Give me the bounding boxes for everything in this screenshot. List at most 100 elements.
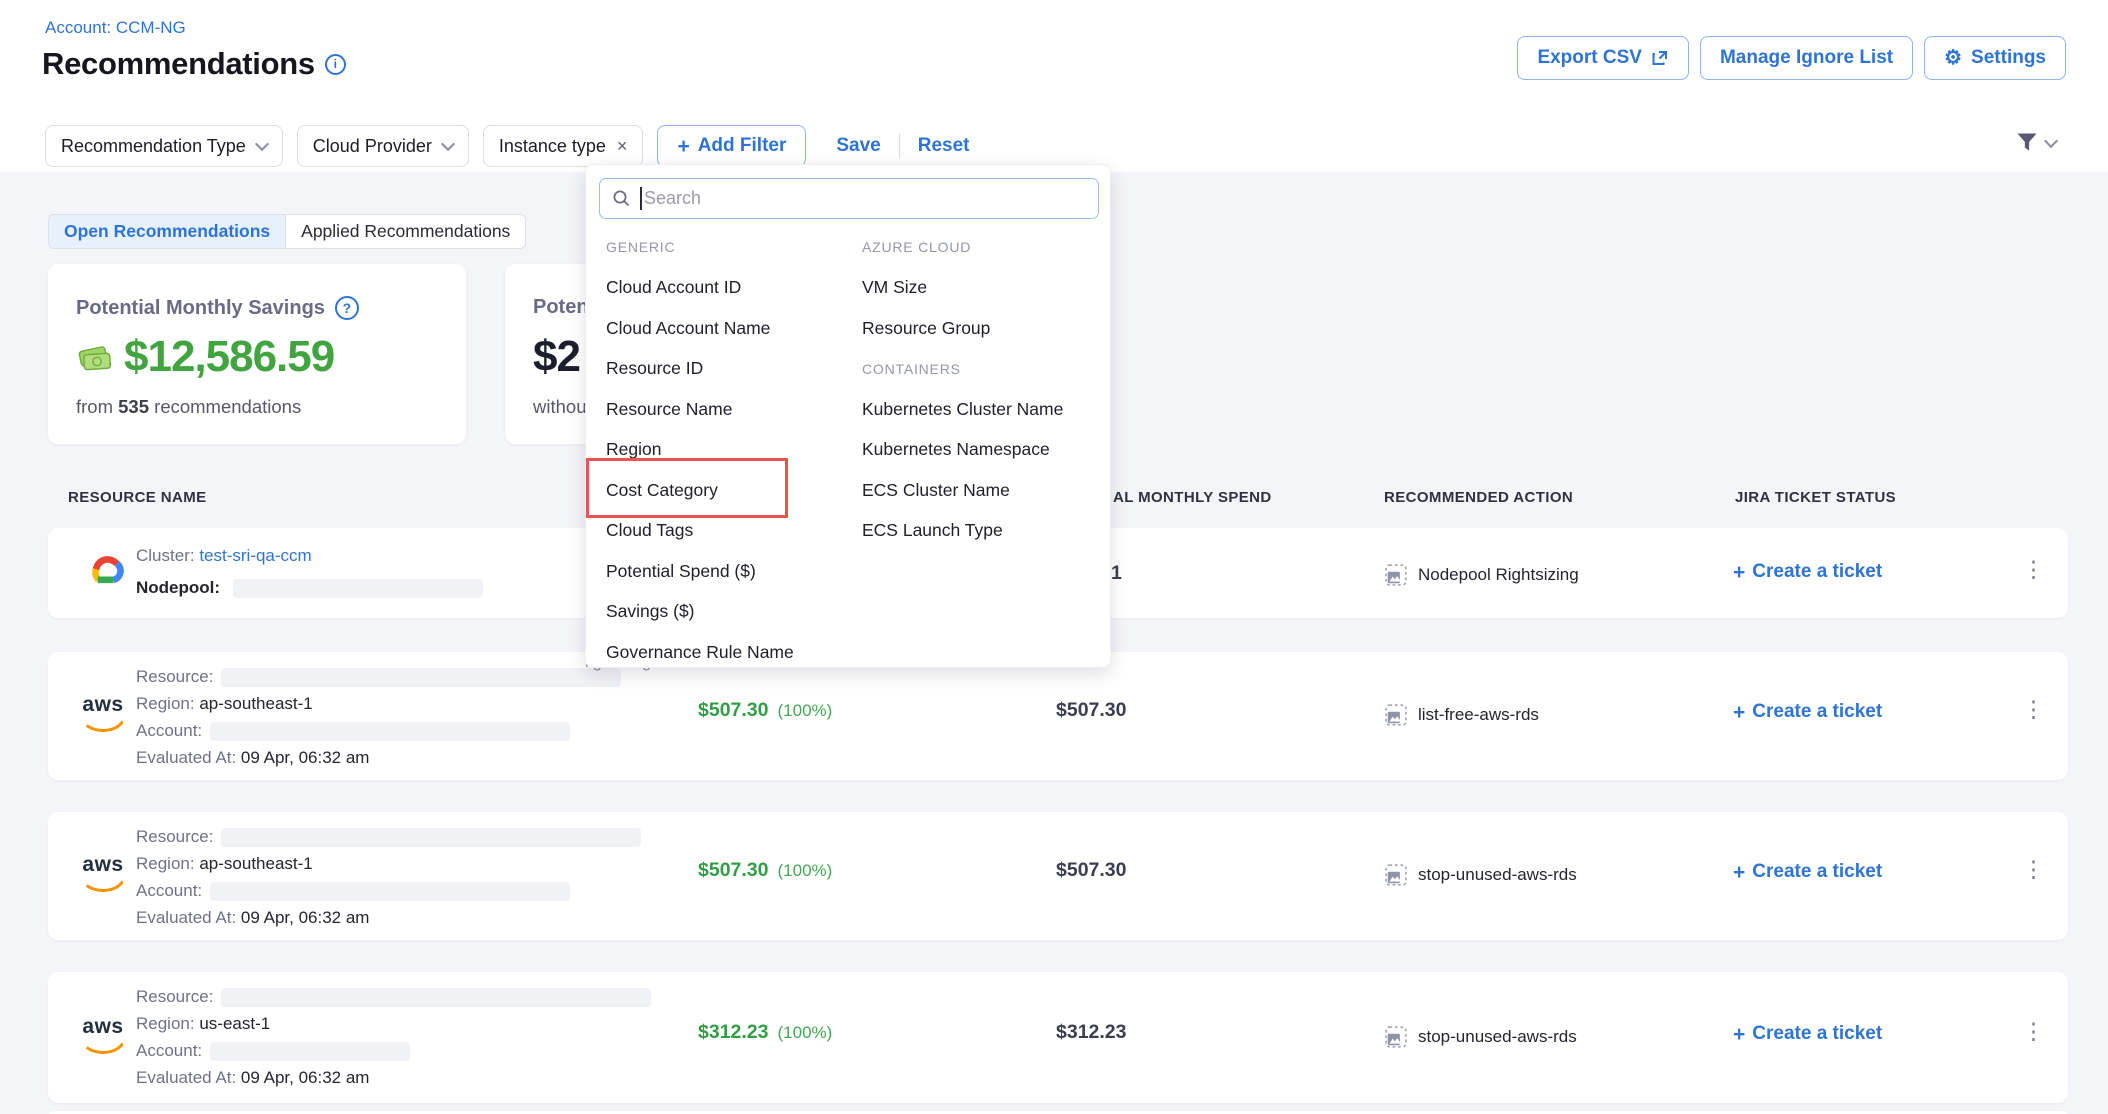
aws-icon: aws <box>80 1016 126 1054</box>
total-monthly-spend-value: $507.30 <box>1056 699 1127 722</box>
spend-note-fragment: withou <box>533 396 586 418</box>
table-row: aws Resource: Region: ap-southeast-1 Acc… <box>48 812 2068 940</box>
filter-option-kubernetes-cluster-name[interactable]: Kubernetes Cluster Name <box>862 389 1063 430</box>
potential-monthly-savings-card: Potential Monthly Savings ? $12,586.59 f… <box>48 264 466 444</box>
total-monthly-spend-value: $312.23 <box>1056 1021 1127 1044</box>
create-ticket-link[interactable]: + Create a ticket <box>1733 1023 1882 1045</box>
tab-applied-recommendations[interactable]: Applied Recommendations <box>285 215 525 248</box>
create-ticket-link[interactable]: + Create a ticket <box>1733 861 1882 883</box>
external-link-icon <box>1651 49 1669 67</box>
filter-chip-recommendation-type[interactable]: Recommendation Type <box>45 125 283 167</box>
table-row: aws Resource: Region: ap-southeast-1 Acc… <box>48 652 2068 780</box>
filter-chip-instance-type[interactable]: Instance type × <box>483 125 644 167</box>
add-filter-label: Add Filter <box>698 135 787 157</box>
filter-option-vm-size[interactable]: VM Size <box>862 268 1063 309</box>
chevron-down-icon[interactable] <box>255 137 269 151</box>
filter-option-cloud-account-id[interactable]: Cloud Account ID <box>606 268 794 309</box>
filter-option-governance-rule-name[interactable]: Governance Rule Name <box>606 632 794 673</box>
cluster-link[interactable]: test-sri-qa-ccm <box>199 546 311 565</box>
filter-option-cost-category[interactable]: Cost Category <box>606 470 794 511</box>
table-row: aws Resource: Region: us-east-1 Account:… <box>48 972 2068 1103</box>
chip-label: Recommendation Type <box>61 136 246 157</box>
savings-note: from 535 recommendations <box>76 396 301 418</box>
chip-label: Instance type <box>499 136 606 157</box>
filter-option-savings[interactable]: Savings ($) <box>606 592 794 633</box>
filter-panel-toggle[interactable] <box>2014 130 2056 156</box>
filter-option-resource-group[interactable]: Resource Group <box>862 308 1063 349</box>
divider <box>899 134 900 158</box>
savings-value: $12,586.59 <box>124 332 334 382</box>
text-cursor <box>640 187 642 210</box>
recommended-action-label: list-free-aws-rds <box>1418 705 1539 725</box>
nodepool-label: Nodepool: <box>136 578 220 597</box>
col-header-total-monthly-spend-fragment: AL MONTHLY SPEND <box>1113 489 1272 506</box>
region-value: us-east-1 <box>199 1014 270 1033</box>
search-input[interactable] <box>599 178 1099 219</box>
col-header-recommended-action: RECOMMENDED ACTION <box>1384 489 1573 506</box>
recommended-action-label: Nodepool Rightsizing <box>1418 565 1579 585</box>
aws-icon: aws <box>80 694 126 732</box>
create-ticket-link[interactable]: + Create a ticket <box>1733 701 1882 723</box>
tab-open-recommendations[interactable]: Open Recommendations <box>49 215 285 248</box>
filter-chip-cloud-provider[interactable]: Cloud Provider <box>297 125 469 167</box>
col-header-jira-ticket-status: JIRA TICKET STATUS <box>1735 489 1896 506</box>
create-ticket-link[interactable]: + Create a ticket <box>1733 561 1882 583</box>
row-menu-kebab-icon[interactable]: ⋮ <box>2022 1020 2045 1043</box>
save-filter-button[interactable]: Save <box>836 135 880 157</box>
export-csv-label: Export CSV <box>1537 47 1642 69</box>
section-label-azure-cloud: AZURE CLOUD <box>862 227 1063 268</box>
filter-option-resource-name[interactable]: Resource Name <box>606 389 794 430</box>
settings-button[interactable]: ⚙ Settings <box>1924 36 2066 80</box>
plus-icon: + <box>1733 562 1745 583</box>
manage-ignore-label: Manage Ignore List <box>1720 47 1893 69</box>
plus-icon: + <box>677 136 689 157</box>
broken-image-icon <box>1385 564 1407 586</box>
cluster-label: Cluster: <box>136 546 195 565</box>
monthly-savings-value: $507.30(100%) <box>698 859 832 882</box>
breadcrumb[interactable]: Account: CCM-NG <box>45 18 186 38</box>
row-menu-kebab-icon[interactable]: ⋮ <box>2022 858 2045 881</box>
filter-option-region[interactable]: Region <box>606 430 794 471</box>
redacted-value <box>221 988 651 1007</box>
gcp-icon <box>86 552 126 586</box>
filter-option-ecs-cluster-name[interactable]: ECS Cluster Name <box>862 470 1063 511</box>
recommended-action-label: stop-unused-aws-rds <box>1418 865 1577 885</box>
evaluated-at-value: 09 Apr, 06:32 am <box>241 1068 370 1087</box>
filter-option-potential-spend[interactable]: Potential Spend ($) <box>606 551 794 592</box>
add-filter-popup: GENERIC Cloud Account ID Cloud Account N… <box>585 164 1111 668</box>
funnel-icon <box>2014 130 2040 156</box>
filter-option-resource-id[interactable]: Resource ID <box>606 349 794 390</box>
account-label: Account: <box>136 721 202 740</box>
evaluated-at-label: Evaluated At: <box>136 748 236 767</box>
redacted-value <box>221 828 641 847</box>
help-icon[interactable]: ? <box>335 296 359 320</box>
evaluated-at-label: Evaluated At: <box>136 908 236 927</box>
info-icon[interactable]: i <box>325 54 346 75</box>
section-label-containers: CONTAINERS <box>862 349 1063 390</box>
chevron-down-icon[interactable] <box>441 137 455 151</box>
settings-label: Settings <box>1971 47 2046 69</box>
add-filter-button[interactable]: + Add Filter <box>657 125 806 167</box>
monthly-savings-value: $507.30(100%) <box>698 699 832 722</box>
close-icon[interactable]: × <box>617 137 628 155</box>
filter-option-ecs-launch-type[interactable]: ECS Launch Type <box>862 511 1063 552</box>
plus-icon: + <box>1733 702 1745 723</box>
row-menu-kebab-icon[interactable]: ⋮ <box>2022 558 2045 581</box>
export-csv-button[interactable]: Export CSV <box>1517 36 1689 80</box>
reset-filter-button[interactable]: Reset <box>918 135 970 157</box>
manage-ignore-list-button[interactable]: Manage Ignore List <box>1700 36 1913 80</box>
region-value: ap-southeast-1 <box>199 694 312 713</box>
row-menu-kebab-icon[interactable]: ⋮ <box>2022 698 2045 721</box>
broken-image-icon <box>1385 864 1407 886</box>
resource-label: Resource: <box>136 827 213 846</box>
gear-icon: ⚙ <box>1944 48 1962 68</box>
recommendations-page: Account: CCM-NG Recommendations i Export… <box>0 0 2108 1114</box>
filter-option-cloud-account-name[interactable]: Cloud Account Name <box>606 308 794 349</box>
redacted-value <box>210 1042 410 1061</box>
money-icon <box>76 341 114 373</box>
page-title: Recommendations <box>42 46 315 82</box>
region-label: Region: <box>136 1014 195 1033</box>
filter-option-cloud-tags[interactable]: Cloud Tags <box>606 511 794 552</box>
evaluated-at-label: Evaluated At: <box>136 1068 236 1087</box>
filter-option-kubernetes-namespace[interactable]: Kubernetes Namespace <box>862 430 1063 471</box>
